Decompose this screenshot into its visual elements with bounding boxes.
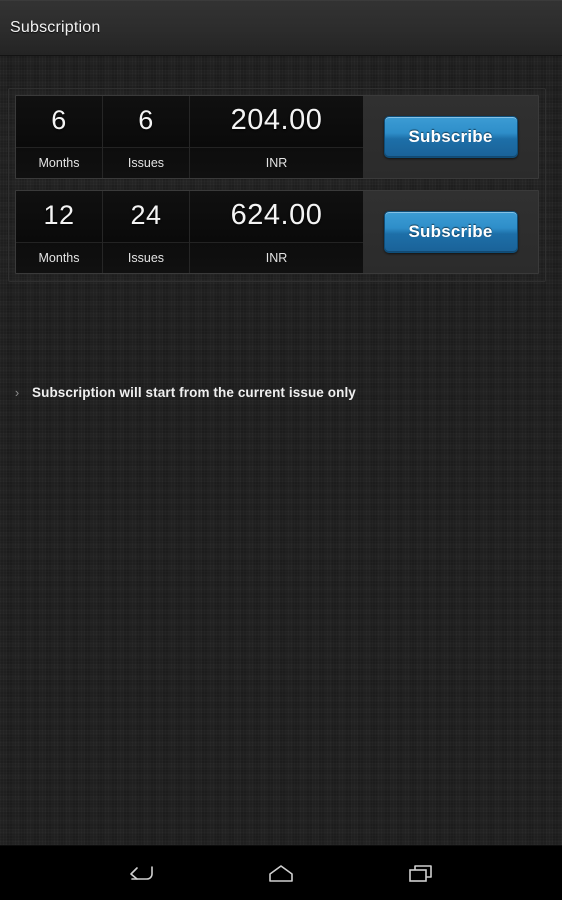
content-area: 6 Months 6 Issues 204.00 INR Subscribe 1… xyxy=(0,56,562,845)
plan-price-value: 204.00 xyxy=(230,104,323,136)
recent-apps-icon xyxy=(406,862,436,884)
plan-issues-label: Issues xyxy=(103,147,189,178)
action-bar: Subscription xyxy=(0,0,562,56)
plan-row[interactable]: 12 Months 24 Issues 624.00 INR Subscribe xyxy=(15,190,539,274)
subscription-plans-panel: 6 Months 6 Issues 204.00 INR Subscribe 1… xyxy=(8,88,546,282)
plan-months-label: Months xyxy=(16,242,102,273)
plan-months-value: 6 xyxy=(51,105,67,135)
subscribe-button[interactable]: Subscribe xyxy=(383,211,518,253)
plan-action-area: Subscribe xyxy=(363,96,538,178)
back-arrow-icon xyxy=(126,862,156,884)
plan-issues-label: Issues xyxy=(103,242,189,273)
plan-price-cell: 624.00 INR xyxy=(190,191,363,273)
nav-back-button[interactable] xyxy=(114,853,168,893)
plan-months-cell: 6 Months xyxy=(16,96,103,178)
plan-issues-value: 24 xyxy=(130,200,162,230)
nav-recents-button[interactable] xyxy=(394,853,448,893)
plan-issues-cell: 6 Issues xyxy=(103,96,190,178)
plan-issues-cell: 24 Issues xyxy=(103,191,190,273)
plan-currency-label: INR xyxy=(190,147,363,178)
plan-details: 6 Months 6 Issues 204.00 INR xyxy=(16,96,363,178)
plan-price-value: 624.00 xyxy=(230,199,323,231)
plan-months-label: Months xyxy=(16,147,102,178)
app-window: Subscription 6 Months 6 Issues 204.00 IN… xyxy=(0,0,562,900)
plan-row[interactable]: 6 Months 6 Issues 204.00 INR Subscribe xyxy=(15,95,539,179)
plan-currency-label: INR xyxy=(190,242,363,273)
plan-months-cell: 12 Months xyxy=(16,191,103,273)
nav-home-button[interactable] xyxy=(254,853,308,893)
plan-price-cell: 204.00 INR xyxy=(190,96,363,178)
chevron-right-icon: › xyxy=(14,385,20,400)
page-title: Subscription xyxy=(10,18,101,36)
plan-issues-value: 6 xyxy=(138,105,154,135)
system-navigation-bar xyxy=(0,845,562,900)
plan-months-value: 12 xyxy=(43,200,75,230)
subscription-note-text: Subscription will start from the current… xyxy=(32,385,356,400)
plan-details: 12 Months 24 Issues 624.00 INR xyxy=(16,191,363,273)
subscription-note: › Subscription will start from the curre… xyxy=(12,385,356,400)
subscribe-button[interactable]: Subscribe xyxy=(383,116,518,158)
home-icon xyxy=(266,862,296,884)
plan-action-area: Subscribe xyxy=(363,191,538,273)
